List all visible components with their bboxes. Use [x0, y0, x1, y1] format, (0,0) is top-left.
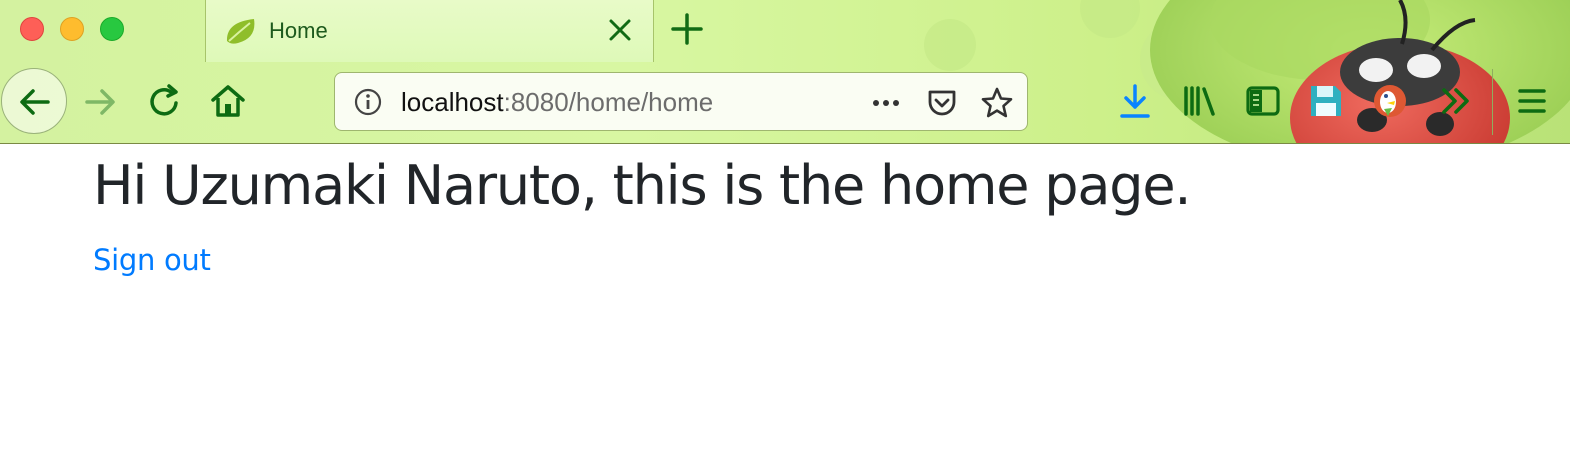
tab-strip: Home	[0, 0, 1570, 62]
browser-window: Home localhost:8080/home/home Hi Uzumaki…	[0, 0, 1570, 460]
close-tab-icon[interactable]	[604, 14, 636, 46]
pocket-icon[interactable]	[925, 86, 959, 120]
navigation-toolbar: localhost:8080/home/home	[0, 61, 1570, 143]
back-arrow-icon	[20, 89, 50, 115]
browser-chrome: Home localhost:8080/home/home	[0, 0, 1570, 144]
sign-out-link[interactable]: Sign out	[93, 242, 211, 278]
download-icon[interactable]	[1115, 81, 1155, 121]
page-actions-icon[interactable]	[869, 86, 903, 120]
close-window-button[interactable]	[20, 17, 44, 41]
overflow-chevron-icon[interactable]	[1436, 81, 1476, 121]
url-host: localhost	[401, 87, 504, 117]
zoom-window-button[interactable]	[100, 17, 124, 41]
tab-title: Home	[269, 18, 328, 43]
library-icon[interactable]	[1180, 81, 1220, 121]
page-content: Hi Uzumaki Naruto, this is the home page…	[0, 144, 1570, 460]
hamburger-menu-icon[interactable]	[1512, 81, 1552, 121]
url-text[interactable]: localhost:8080/home/home	[401, 86, 713, 118]
forward-arrow-icon[interactable]	[81, 82, 121, 122]
duckduckgo-icon[interactable]	[1370, 81, 1410, 121]
page-heading: Hi Uzumaki Naruto, this is the home page…	[93, 154, 1192, 217]
minimize-window-button[interactable]	[60, 17, 84, 41]
new-tab-icon[interactable]	[668, 10, 706, 48]
info-icon[interactable]	[353, 87, 383, 117]
sidebar-icon[interactable]	[1243, 81, 1283, 121]
save-icon[interactable]	[1306, 81, 1346, 121]
address-bar[interactable]: localhost:8080/home/home	[334, 72, 1028, 131]
home-icon[interactable]	[208, 81, 248, 121]
toolbar-separator	[1492, 69, 1493, 135]
spring-leaf-icon	[226, 19, 255, 44]
url-path: :8080/home/home	[503, 87, 714, 117]
back-button[interactable]	[1, 68, 67, 134]
tab-home[interactable]: Home	[205, 0, 654, 62]
reload-icon[interactable]	[145, 82, 185, 122]
bookmark-star-icon[interactable]	[980, 86, 1014, 120]
